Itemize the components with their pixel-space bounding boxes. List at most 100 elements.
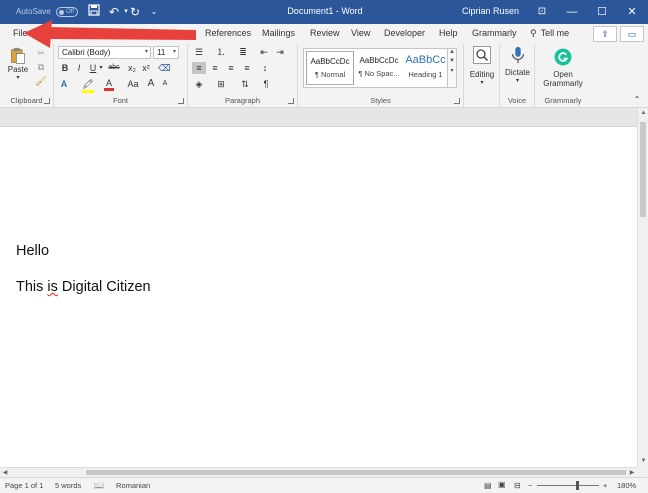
proofing-icon[interactable]: 📖 [94,481,104,490]
read-mode-icon[interactable]: ▤ [484,481,492,490]
align-right-icon[interactable]: ≡ [224,62,238,74]
document-page[interactable]: Hello This is Digital Citizen [0,127,637,467]
align-center-icon[interactable]: ≡ [208,62,222,74]
copy-icon[interactable]: ⧉ [35,61,47,73]
highlight-icon[interactable]: 🖍 [82,78,94,93]
tell-me-search[interactable]: ⚲ Tell me [530,28,569,39]
italic-button[interactable]: I [74,62,84,74]
decrease-indent-icon[interactable]: ⇤ [258,46,270,58]
collapse-ribbon-icon[interactable]: ⌃ [632,94,642,106]
style-name: ¶ Normal [314,70,346,79]
horizontal-scroll-thumb[interactable] [86,470,626,475]
style-name: Heading 1 [408,70,443,79]
font-launcher-icon[interactable] [178,98,184,104]
justify-icon[interactable]: ≡ [240,62,254,74]
format-painter-icon[interactable]: 🖌 [35,75,47,87]
paste-button[interactable]: Paste ▾ [3,47,33,81]
zoom-level[interactable]: 180% [617,481,636,490]
change-case-button[interactable]: Aa [126,78,140,90]
chevron-up-icon[interactable]: ▲ [448,49,456,55]
style-name: ¶ No Spac... [358,69,400,78]
dictate-button[interactable]: Dictate ▾ [501,46,534,84]
multilevel-list-icon[interactable]: ≣ [236,46,250,58]
bold-button[interactable]: B [60,62,70,74]
increase-indent-icon[interactable]: ⇥ [274,46,286,58]
underline-dropdown-icon[interactable]: ▾ [98,62,104,74]
scroll-down-icon[interactable]: ▼ [638,456,648,467]
underline-button[interactable]: U [88,62,98,74]
styles-gallery-scroll[interactable]: ▲ ▼ ▾ [447,48,457,88]
strikethrough-button[interactable]: abc [106,62,122,74]
comments-button[interactable]: ▭ [620,26,644,42]
clipboard-group: Paste ▾ ✂ ⧉ 🖌 Clipboard [0,44,54,108]
styles-launcher-icon[interactable] [454,98,460,104]
open-grammarly-button[interactable]: Open Grammarly [537,48,589,88]
scroll-up-icon[interactable]: ▲ [638,108,648,119]
zoom-in-button[interactable]: + [603,481,607,490]
styles-gallery: AaBbCcDc ¶ Normal AaBbCcDc ¶ No Spac... … [303,48,455,88]
font-color-button[interactable]: A [104,78,114,91]
tab-mailings[interactable]: Mailings [262,28,295,38]
shrink-font-button[interactable]: A [160,78,170,90]
share-button[interactable]: ⇪ [593,26,617,42]
tab-references[interactable]: References [205,28,251,38]
microphone-icon [511,46,524,64]
tab-grammarly[interactable]: Grammarly [472,28,517,38]
ribbon-display-options-icon[interactable]: ⊡ [527,0,557,24]
language-indicator[interactable]: Romanian [116,481,150,490]
zoom-out-button[interactable]: − [528,481,532,490]
web-layout-icon[interactable]: ⊟ [514,481,521,490]
line-spacing-icon[interactable]: ↕ [258,62,272,74]
clipboard-launcher-icon[interactable] [44,98,50,104]
font-group: Calibri (Body) ▾ 11 ▾ B I U ▾ abc x₂ x² … [54,44,188,108]
style-no-spacing[interactable]: AaBbCcDc ¶ No Spac... [355,51,403,85]
borders-icon[interactable]: ⊞ [214,78,228,90]
comment-icon: ▭ [627,29,637,39]
show-formatting-button[interactable]: ¶ [260,78,272,90]
style-normal[interactable]: AaBbCcDc ¶ Normal [306,51,354,85]
zoom-slider[interactable] [537,485,599,486]
word-count[interactable]: 5 words [55,481,81,490]
style-heading-1[interactable]: AaBbCc Heading 1 [404,51,447,85]
editing-button[interactable]: Editing ▾ [466,46,498,86]
zoom-slider-thumb[interactable] [576,481,579,490]
dictate-dropdown-icon: ▾ [515,78,519,84]
annotation-arrow [24,20,196,48]
paragraph-group: ☰ ⒈ ≣ ⇤ ⇥ ≡ ≡ ≡ ≡ ↕ ◈ ⊞ ⇅ ¶ Paragraph [188,44,298,108]
close-button[interactable]: ✕ [617,0,647,24]
grow-font-button[interactable]: A [146,78,156,90]
editing-group: Editing ▾ [464,44,500,108]
clear-formatting-icon[interactable]: ⌫ [158,62,171,74]
superscript-button[interactable]: x² [140,62,152,74]
document-text: This [16,279,48,295]
save-icon[interactable] [86,4,102,20]
more-styles-icon[interactable]: ▾ [448,67,456,74]
paragraph-launcher-icon[interactable] [288,98,294,104]
vertical-scroll-thumb[interactable] [640,122,646,217]
tab-help[interactable]: Help [439,28,458,38]
align-left-icon[interactable]: ≡ [192,62,206,74]
redo-icon[interactable]: ↻ [127,4,143,20]
shading-icon[interactable]: ◈ [192,78,206,90]
grammarly-icon [554,48,572,66]
sort-icon[interactable]: ⇅ [238,78,252,90]
chevron-down-icon[interactable]: ▼ [448,58,456,64]
autosave-toggle[interactable]: Off [56,7,78,17]
dictate-label: Dictate [505,68,530,77]
page-count[interactable]: Page 1 of 1 [5,481,43,490]
customize-quick-access-icon[interactable]: ⌄ [146,4,162,20]
vertical-scrollbar[interactable]: ▲ ▼ [637,108,648,467]
subscript-button[interactable]: x₂ [126,62,138,74]
minimize-button[interactable]: — [557,0,587,24]
text-effects-button[interactable]: A [59,78,69,90]
user-name[interactable]: Ciprian Rusen [462,6,519,16]
tab-review[interactable]: Review [310,28,340,38]
spelling-error-word[interactable]: is [47,279,57,295]
horizontal-scrollbar[interactable]: ◀ ▶ [0,467,637,477]
paste-dropdown-icon[interactable]: ▾ [3,74,33,81]
maximize-button[interactable]: ☐ [587,0,617,24]
print-layout-icon[interactable]: ▣ [498,480,506,489]
tab-view[interactable]: View [351,28,370,38]
tab-developer[interactable]: Developer [384,28,425,38]
numbering-icon[interactable]: ⒈ [214,46,228,58]
